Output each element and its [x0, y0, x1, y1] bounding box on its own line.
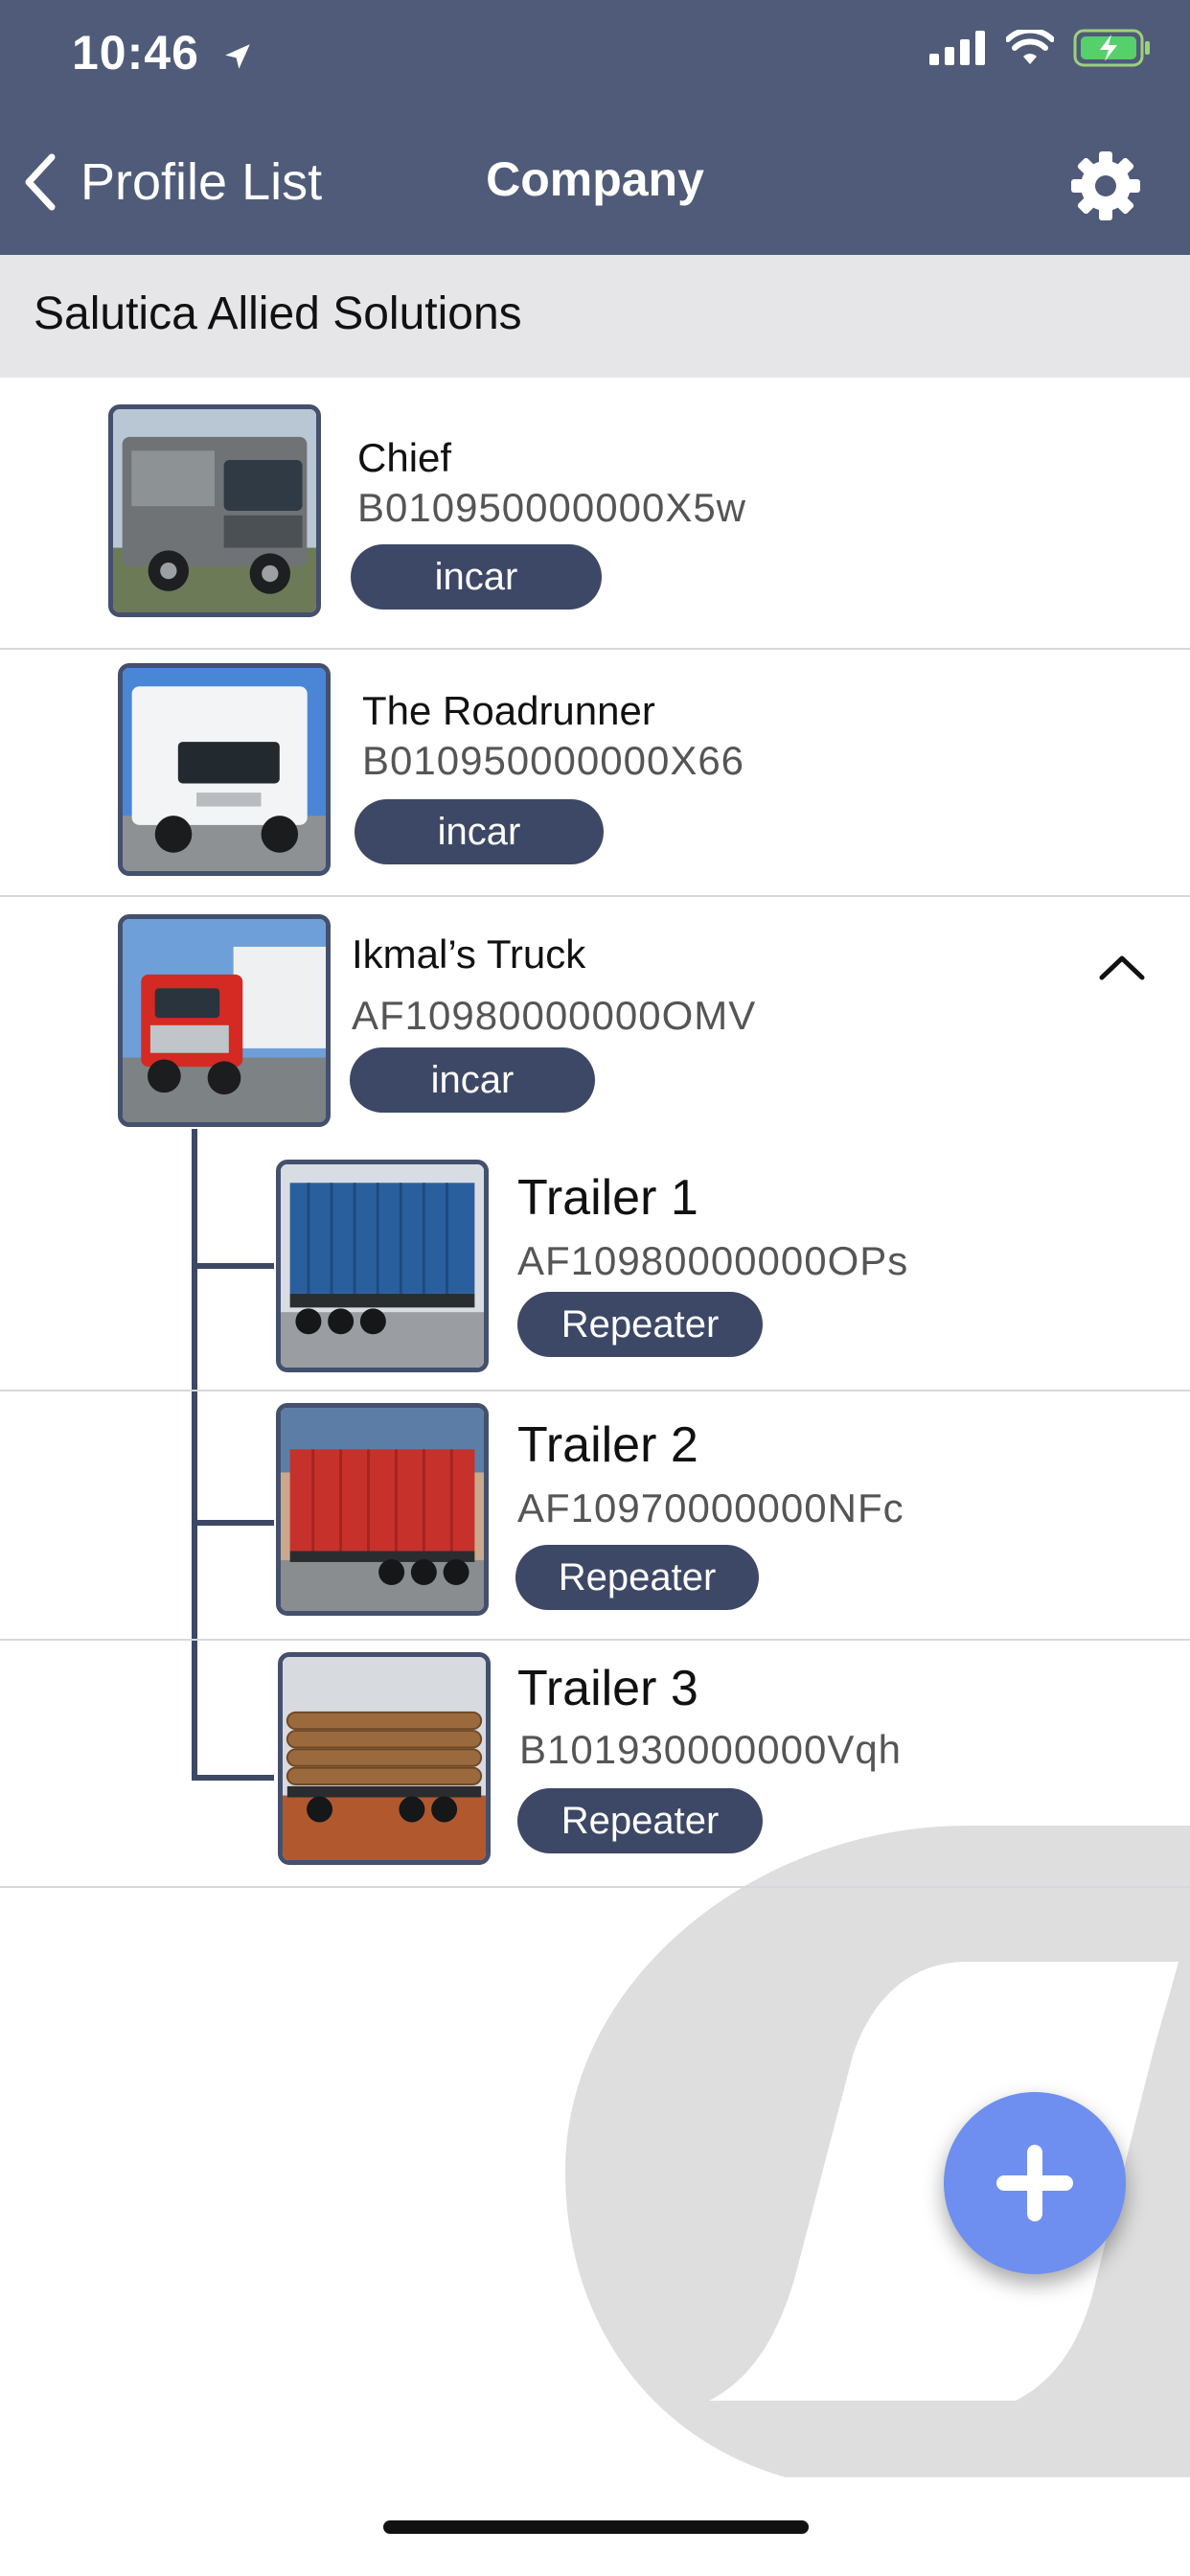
list-item[interactable]: Chief B010950000000X5w incar — [0, 378, 1190, 648]
blue-container-trailer-icon — [281, 1164, 484, 1368]
list-item[interactable]: The Roadrunner B010950000000X66 incar — [0, 650, 1190, 895]
trailer-name: Trailer 3 — [517, 1661, 698, 1716]
vehicle-code: AF10980000000OMV — [352, 993, 757, 1038]
vehicle-code: B010950000000X5w — [357, 485, 747, 530]
trailer-photo — [276, 1160, 489, 1372]
red-container-trailer-icon — [281, 1408, 484, 1611]
list-item[interactable]: Ikmal’s Truck AF10980000000OMV incar — [0, 897, 1190, 1127]
settings-button[interactable] — [1067, 148, 1144, 224]
tree-branch — [192, 1520, 274, 1526]
trailer-name: Trailer 1 — [517, 1170, 698, 1226]
vehicle-name: The Roadrunner — [362, 688, 655, 733]
vehicle-tag-badge: incar — [350, 1047, 595, 1113]
location-arrow-icon — [225, 44, 250, 69]
tree-branch — [192, 1775, 274, 1781]
gear-icon — [1071, 151, 1140, 220]
divider — [0, 1886, 1190, 1888]
log-trailer-icon — [283, 1657, 486, 1860]
tree-connector — [192, 1129, 197, 1781]
add-button[interactable] — [944, 2092, 1126, 2274]
trailer-tag-badge: Repeater — [517, 1788, 763, 1853]
list-item[interactable]: Trailer 1 AF10980000000OPs Repeater — [276, 1150, 1190, 1390]
list-item[interactable]: Trailer 3 B101930000000Vqh Repeater — [276, 1641, 1190, 1886]
plus-icon — [996, 2145, 1073, 2221]
company-name: Salutica Allied Solutions — [34, 288, 522, 339]
vehicle-photo — [118, 914, 331, 1127]
vehicle-code: B010950000000X66 — [362, 738, 745, 783]
vehicle-photo — [108, 404, 321, 617]
page-title: Company — [486, 152, 704, 206]
trailer-photo — [276, 1403, 489, 1616]
trailer-photo — [278, 1652, 491, 1865]
status-icons — [929, 29, 1152, 67]
tree-branch — [192, 1263, 274, 1269]
list-item[interactable]: Trailer 2 AF10970000000NFc Repeater — [276, 1392, 1190, 1639]
battery-charging-icon — [1073, 29, 1150, 67]
vehicle-tag-badge: incar — [351, 544, 602, 610]
app-header: 10:46 Profile List Company — [0, 0, 1190, 255]
vehicle-name: Ikmal’s Truck — [352, 932, 586, 977]
red-semi-truck-icon — [123, 919, 326, 1122]
trailer-tag-badge: Repeater — [517, 1292, 763, 1357]
status-time: 10:46 — [72, 25, 254, 80]
white-motorhome-icon — [123, 668, 326, 871]
wifi-icon — [1006, 30, 1054, 64]
trailer-name: Trailer 2 — [517, 1417, 698, 1473]
trailer-tag-badge: Repeater — [515, 1545, 759, 1610]
cellular-signal-icon — [929, 31, 985, 65]
vehicle-name: Chief — [357, 435, 452, 480]
company-header: Salutica Allied Solutions — [0, 255, 1190, 378]
trailer-code: AF10980000000OPs — [517, 1238, 909, 1283]
home-indicator — [383, 2520, 809, 2534]
grey-truck-icon — [113, 409, 316, 612]
vehicle-photo — [118, 663, 331, 876]
chevron-up-icon[interactable] — [1098, 953, 1146, 981]
trailer-code: B101930000000Vqh — [519, 1727, 903, 1772]
vehicle-tag-badge: incar — [355, 799, 604, 864]
trailer-code: AF10970000000NFc — [517, 1485, 904, 1530]
